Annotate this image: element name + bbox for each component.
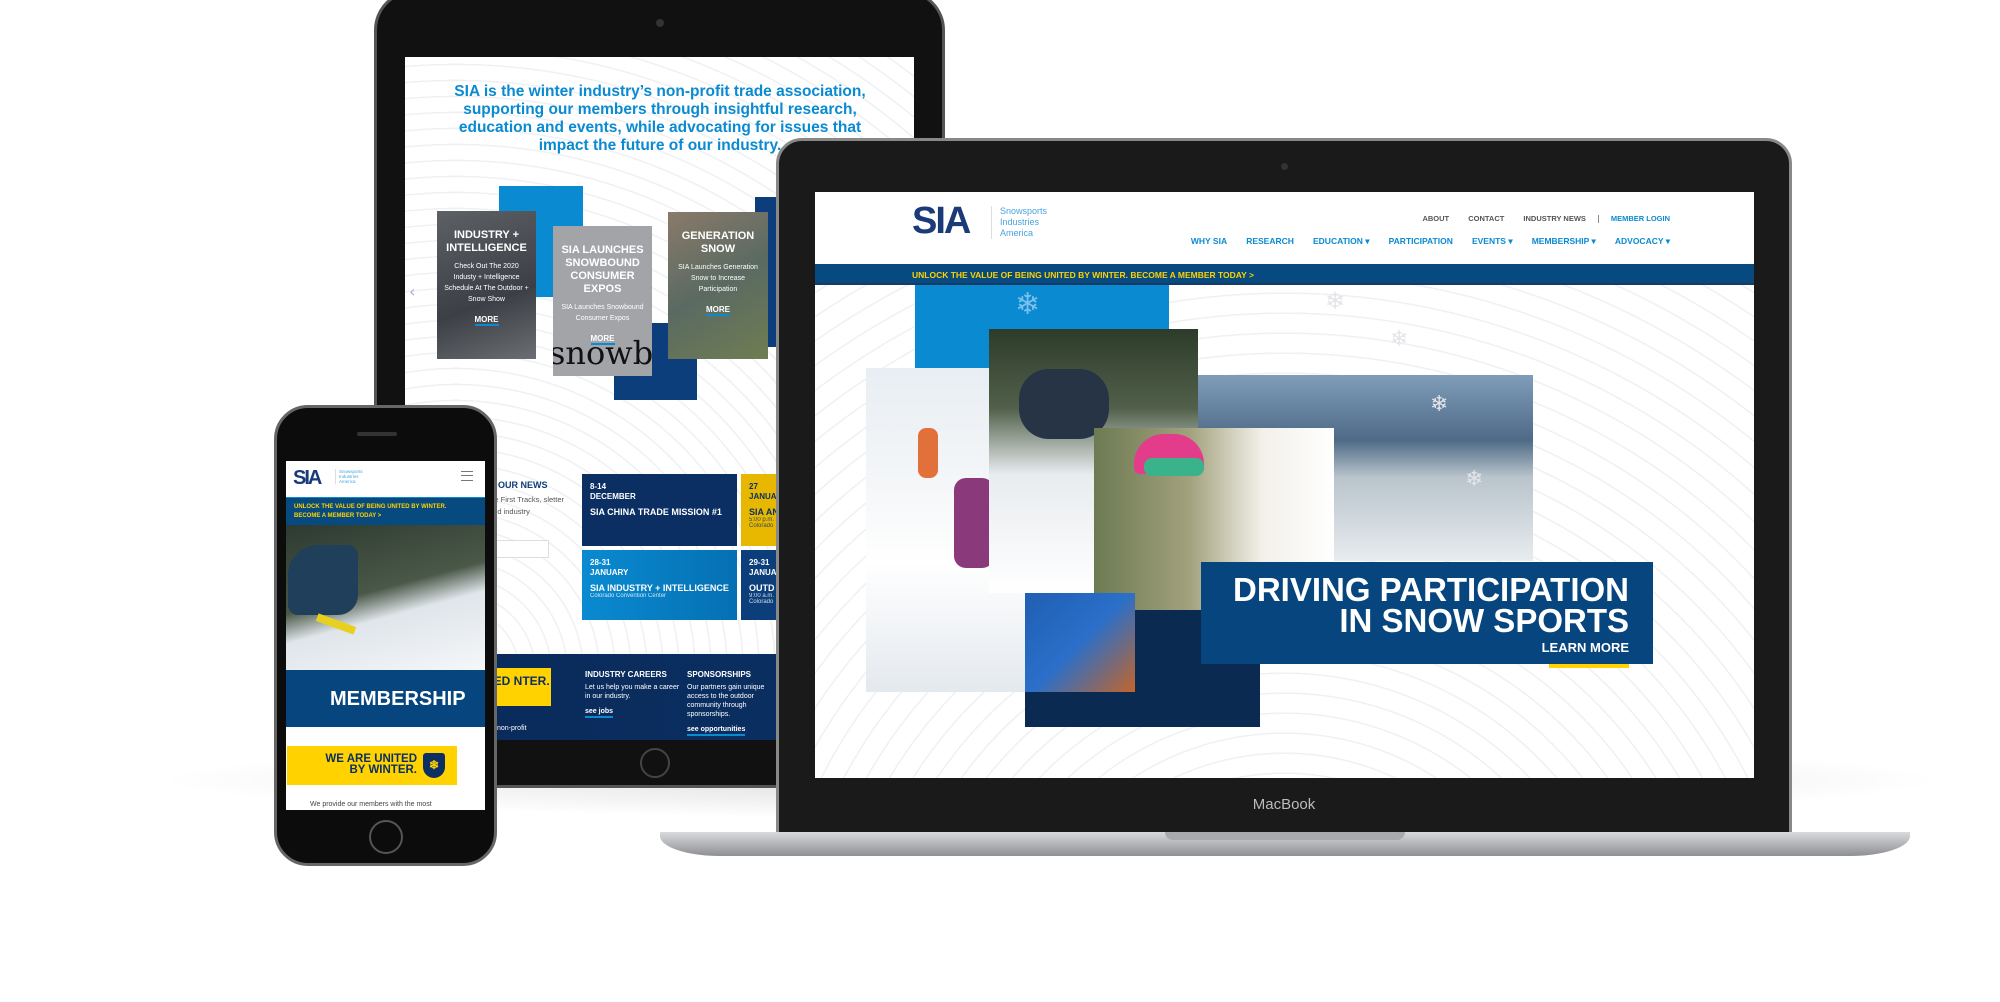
email-input[interactable] — [489, 540, 549, 558]
snowflake-icon: ❄ — [1015, 287, 1041, 322]
news-card[interactable]: GENERATION SNOW SIA Launches Generation … — [668, 212, 768, 359]
event-card[interactable]: 8-14 DECEMBER SIA CHINA TRADE MISSION #1 — [582, 474, 737, 546]
laptop-base — [660, 832, 1910, 856]
sia-logo[interactable]: SIA — [912, 200, 971, 243]
laptop-notch — [1165, 832, 1405, 840]
event-date: 8-14 — [590, 482, 607, 491]
membership-heading: MEMBERSHIP — [286, 670, 485, 727]
banner-line: UNLOCK THE VALUE OF BEING UNITED BY WINT… — [294, 504, 447, 510]
nav-events[interactable]: EVENTS ▾ — [1472, 236, 1513, 246]
newsletter-body: ive First Tracks, sletter and industry — [489, 495, 565, 516]
card-title: GENERATION SNOW — [681, 230, 755, 255]
cta-underline — [1549, 664, 1629, 668]
utility-nav: ABOUT CONTACT INDUSTRY NEWS | MEMBER LOG… — [1408, 206, 1670, 225]
event-card[interactable]: 28-31 JANUARY SIA INDUSTRY + INTELLIGENC… — [582, 550, 737, 620]
snowflake-shield-icon: ❄ — [423, 753, 445, 778]
jacket-photo — [1025, 593, 1135, 692]
hero-title-line: IN SNOW SPORTS — [1339, 602, 1629, 639]
sia-logo[interactable]: SIA — [293, 467, 322, 490]
skier-photo — [286, 525, 485, 670]
home-button[interactable] — [640, 748, 670, 778]
membership-banner-link[interactable]: UNLOCK THE VALUE OF BEING UNITED BY WINT… — [286, 497, 485, 525]
divider: | — [1597, 214, 1600, 223]
snowflake-icon: ❄ — [1430, 392, 1449, 417]
carousel-prev-icon[interactable]: ‹ — [409, 282, 415, 301]
united-by-winter-badge: WE ARE UNITED BY WINTER. ❄ — [287, 746, 457, 785]
sponsorships-title: SPONSORSHIPS — [687, 670, 752, 679]
laptop-screen: SIA Snowsports Industries America ABOUT … — [815, 192, 1754, 778]
hero-title: DRIVING PARTICIPATION IN SNOW SPORTS — [1201, 573, 1629, 639]
card-title: SIA LAUNCHES SNOWBOUND CONSUMER EXPOS — [561, 244, 644, 295]
hero-caption: DRIVING PARTICIPATION IN SNOW SPORTS LEAR… — [1201, 562, 1653, 668]
home-button[interactable] — [369, 820, 403, 854]
camera-icon — [656, 19, 664, 27]
banner-line: BECOME A MEMBER TODAY > — [294, 513, 382, 519]
tagline-line: Snowsports — [1000, 206, 1048, 216]
logo-tagline: Snowsports Industries America — [335, 469, 363, 484]
nav-education[interactable]: EDUCATION ▾ — [1313, 236, 1370, 246]
snowflake-icon: ❄ — [1465, 467, 1484, 492]
event-date: 28-31 — [590, 558, 611, 567]
nav-why-sia[interactable]: WHY SIA — [1191, 236, 1227, 246]
more-link[interactable]: MORE — [590, 334, 615, 345]
phone-screen: SIA Snowsports Industries America UNLOCK… — [286, 461, 485, 810]
speaker-icon — [357, 432, 397, 436]
nav-research[interactable]: RESEARCH — [1246, 236, 1294, 246]
sponsorships-block: SPONSORSHIPS Our partners gain unique ac… — [687, 670, 767, 736]
sponsorships-body: Our partners gain unique access to the o… — [687, 684, 765, 718]
nav-industry-news[interactable]: INDUSTRY NEWS — [1523, 214, 1586, 223]
event-month: JANUARY — [590, 568, 629, 577]
newsletter-section: R OUR NEWS ive First Tracks, sletter and… — [489, 480, 569, 558]
site-header: SIA Snowsports Industries America ABOUT … — [815, 192, 1754, 264]
newsletter-heading: R OUR NEWS — [489, 480, 548, 490]
card-title: INDUSTRY + INTELLIGENCE — [446, 229, 527, 254]
event-title: SIA CHINA TRADE MISSION #1 — [590, 507, 722, 517]
card-body: SIA Launches Snowbound Consumer Expos — [561, 304, 644, 322]
tagline-line: America — [339, 479, 356, 484]
event-month: DECEMBER — [590, 492, 636, 501]
tagline-line: Industries — [1000, 217, 1040, 227]
member-login-link[interactable]: MEMBER LOGIN — [1611, 214, 1670, 223]
news-card[interactable]: snowb SIA LAUNCHES SNOWBOUND CONSUMER EX… — [553, 226, 652, 376]
membership-body: We provide our members with the most — [310, 801, 432, 808]
careers-body: Let us help you make a career in our ind… — [585, 684, 680, 700]
nav-advocacy[interactable]: ADVOCACY ▾ — [1615, 236, 1670, 246]
event-title: SIA INDUSTRY + INTELLIGENCE — [590, 583, 729, 593]
badge-line: BY WINTER. — [349, 764, 417, 776]
card-body: SIA Launches Generation Snow to Increase… — [678, 264, 758, 293]
careers-title: INDUSTRY CAREERS — [585, 670, 667, 679]
tagline-line: America — [1000, 228, 1034, 238]
more-link[interactable]: MORE — [706, 305, 730, 316]
macbook-label: MacBook — [1252, 796, 1316, 813]
event-location: Colorado Convention Center — [590, 593, 667, 599]
careers-block: INDUSTRY CAREERS Let us help you make a … — [585, 670, 680, 718]
camera-icon — [1281, 163, 1288, 170]
card-body: Check Out The 2020 Industy + Intelligenc… — [444, 263, 529, 303]
learn-more-link[interactable]: LEARN MORE — [1542, 640, 1629, 655]
nav-participation[interactable]: PARTICIPATION — [1389, 236, 1453, 246]
logo-tagline: Snowsports Industries America — [991, 206, 1047, 239]
see-jobs-link[interactable]: see jobs — [585, 707, 614, 718]
more-link[interactable]: MORE — [474, 315, 499, 326]
phone-device: SIA Snowsports Industries America UNLOCK… — [274, 405, 497, 866]
nav-contact[interactable]: CONTACT — [1468, 214, 1504, 223]
membership-banner-link[interactable]: UNLOCK THE VALUE OF BEING UNITED BY WINT… — [815, 264, 1754, 285]
see-opportunities-link[interactable]: see opportunities — [687, 725, 746, 736]
nav-membership[interactable]: MEMBERSHIP ▾ — [1532, 236, 1596, 246]
hamburger-menu-icon[interactable] — [461, 471, 473, 481]
news-card[interactable]: INDUSTRY + INTELLIGENCE Check Out The 20… — [437, 211, 536, 359]
nav-about[interactable]: ABOUT — [1422, 214, 1449, 223]
laptop-device: SIA Snowsports Industries America ABOUT … — [776, 138, 1792, 838]
main-nav: WHY SIA RESEARCH EDUCATION ▾ PARTICIPATI… — [1177, 229, 1670, 248]
snowflake-icon: ❄ — [1325, 287, 1346, 315]
snowflake-icon: ❄ — [1390, 327, 1409, 352]
